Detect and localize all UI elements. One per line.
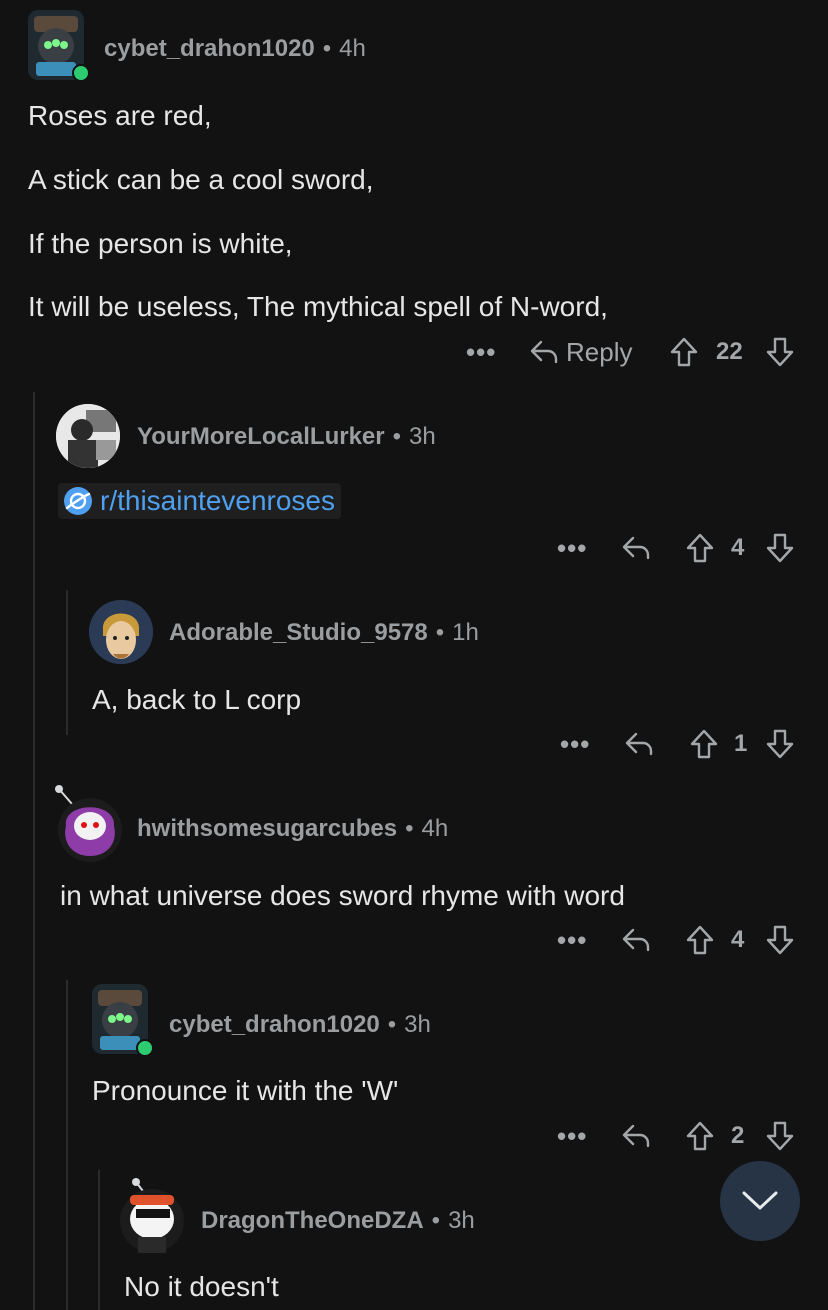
score: 4 [731, 534, 745, 561]
comment-body-line: It will be useless, The mythical spell o… [28, 291, 608, 322]
downvote-button[interactable] [764, 528, 796, 568]
reply-arrow-icon [622, 928, 650, 952]
username[interactable]: hwithsomesugarcubes [137, 815, 397, 842]
comment-actions: ••• 4 [0, 528, 828, 568]
comment-body-line: If the person is white, [28, 228, 293, 259]
comment-actions: ••• 1 [0, 724, 828, 764]
downvote-button[interactable] [764, 1116, 796, 1156]
username[interactable]: YourMoreLocalLurker [137, 423, 385, 450]
downvote-arrow-icon [766, 729, 794, 759]
downvote-arrow-icon [766, 925, 794, 955]
upvote-button[interactable] [684, 1116, 716, 1156]
reply-arrow-icon [625, 732, 653, 756]
more-icon[interactable]: ••• [560, 724, 590, 764]
planet-icon [64, 487, 92, 515]
upvote-arrow-icon [686, 533, 714, 563]
comment-meta: YourMoreLocalLurker • 3h [137, 423, 436, 450]
comment-body: in what universe does sword rhyme with w… [60, 880, 625, 911]
upvote-button[interactable] [684, 920, 716, 960]
downvote-button[interactable] [764, 332, 796, 372]
comment-body-line: A stick can be a cool sword, [28, 164, 374, 195]
reply-button[interactable]: Reply [528, 332, 632, 372]
downvote-arrow-icon [766, 1121, 794, 1151]
subreddit-link-text: r/thisaintevenroses [100, 485, 336, 516]
comment-age: 4h [339, 35, 366, 62]
username[interactable]: cybet_drahon1020 [169, 1011, 380, 1038]
avatar[interactable] [116, 1175, 188, 1255]
reply-button[interactable] [620, 920, 652, 960]
comment-meta: hwithsomesugarcubes • 4h [137, 815, 449, 842]
subreddit-link[interactable]: r/thisaintevenroses [58, 483, 342, 519]
score: 2 [731, 1122, 745, 1149]
upvote-arrow-icon [690, 729, 718, 759]
reply-button[interactable] [620, 1116, 652, 1156]
downvote-button[interactable] [764, 920, 796, 960]
thread-line-level2 [66, 590, 68, 735]
reply-button[interactable] [623, 724, 655, 764]
comment-body: Pronounce it with the 'W' [92, 1075, 399, 1106]
reply-arrow-icon [622, 536, 650, 560]
comment-meta: cybet_drahon1020 • 4h [104, 35, 366, 62]
more-icon[interactable]: ••• [557, 1116, 587, 1156]
thread-line-level3 [98, 1170, 100, 1310]
comment-age: 4h [421, 815, 449, 842]
downvote-button[interactable] [764, 724, 796, 764]
comment-actions: ••• Reply 22 [0, 332, 828, 372]
username[interactable]: DragonTheOneDZA [201, 1207, 424, 1234]
online-status-dot [136, 1039, 154, 1057]
reply-arrow-icon [530, 340, 558, 364]
upvote-button[interactable] [668, 332, 700, 372]
more-icon[interactable]: ••• [557, 920, 587, 960]
comment-age: 3h [404, 1011, 431, 1038]
downvote-arrow-icon [766, 337, 794, 367]
comment-age: 1h [452, 619, 479, 646]
comment-body-line: Roses are red, [28, 100, 212, 131]
online-status-dot [72, 64, 90, 82]
comment-meta: Adorable_Studio_9578 • 1h [169, 619, 479, 646]
score: 4 [731, 926, 745, 953]
avatar[interactable] [52, 782, 122, 862]
comment-meta: cybet_drahon1020 • 3h [169, 1011, 431, 1038]
score: 1 [734, 730, 748, 757]
downvote-arrow-icon [766, 533, 794, 563]
username[interactable]: Adorable_Studio_9578 [169, 619, 428, 646]
reply-arrow-icon [622, 1124, 650, 1148]
comment-age: 3h [409, 423, 436, 450]
reply-button[interactable] [620, 528, 652, 568]
chevron-down-icon [742, 1191, 778, 1210]
more-icon[interactable]: ••• [466, 332, 496, 372]
comment-body: A, back to L corp [92, 684, 302, 715]
comment-body: No it doesn't [124, 1271, 279, 1302]
comment-actions: ••• 4 [0, 920, 828, 960]
upvote-button[interactable] [688, 724, 720, 764]
comment-meta: DragonTheOneDZA • 3h [201, 1207, 475, 1234]
upvote-arrow-icon [686, 1121, 714, 1151]
avatar[interactable] [56, 404, 120, 468]
upvote-button[interactable] [684, 528, 716, 568]
scroll-down-button[interactable] [720, 1161, 800, 1241]
comment-actions: ••• 2 [0, 1116, 828, 1156]
comment-age: 3h [448, 1207, 475, 1234]
upvote-arrow-icon [670, 337, 698, 367]
more-icon[interactable]: ••• [557, 528, 587, 568]
score: 22 [716, 338, 743, 365]
upvote-arrow-icon [686, 925, 714, 955]
avatar[interactable] [89, 600, 153, 664]
username[interactable]: cybet_drahon1020 [104, 35, 315, 62]
reply-label: Reply [566, 336, 633, 367]
